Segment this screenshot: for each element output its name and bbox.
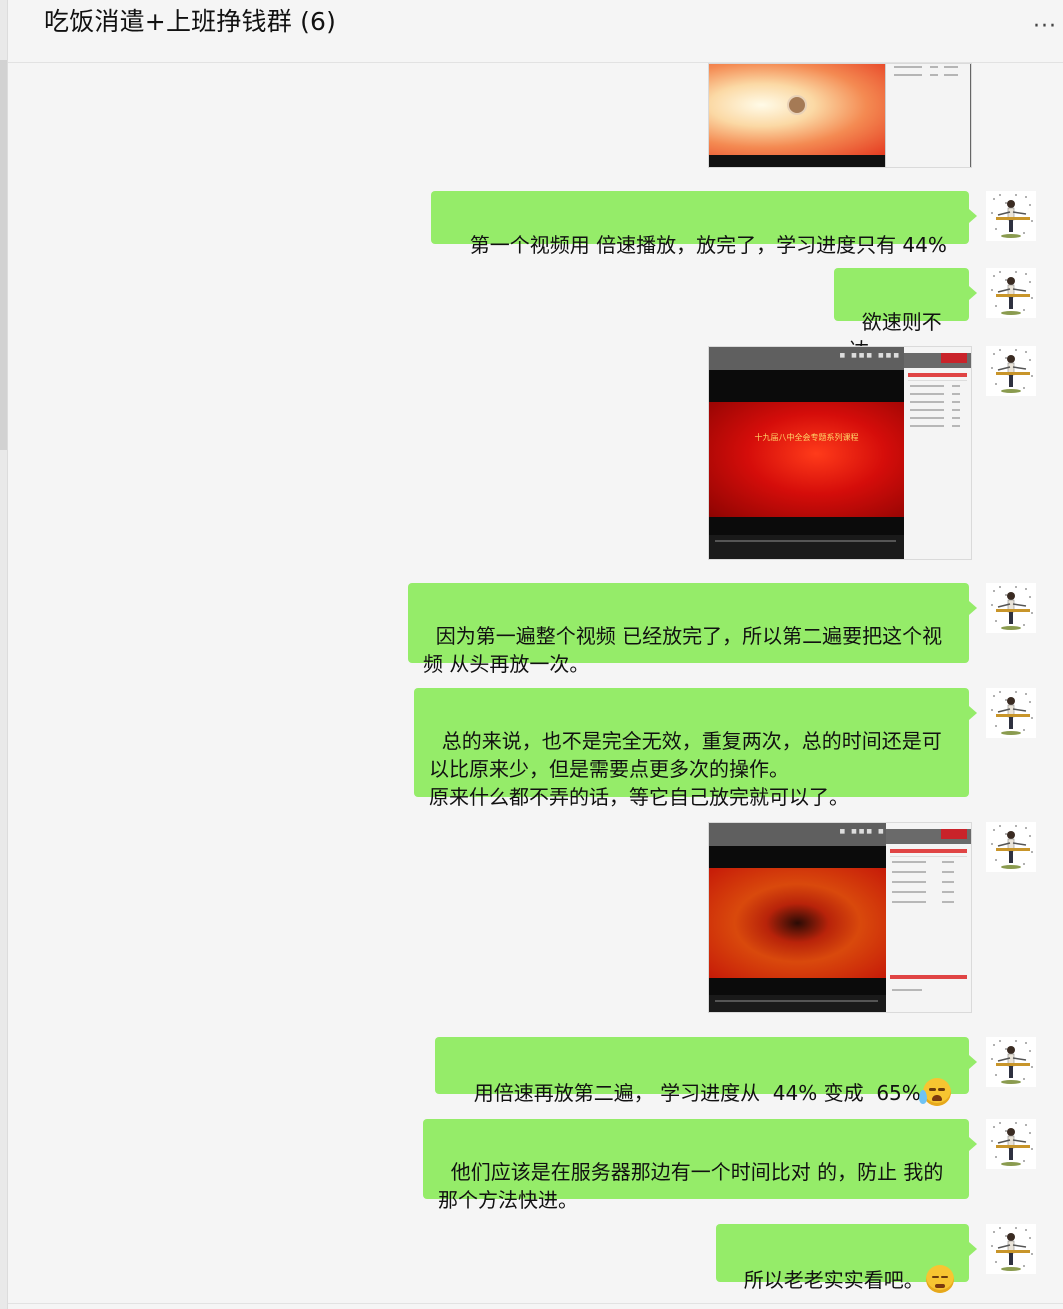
video-control-bar[interactable] [709, 995, 886, 1012]
left-scroll-edge[interactable] [0, 0, 8, 1309]
message-bubble[interactable]: 欲速则不达 [834, 268, 977, 362]
avatar[interactable] [986, 1224, 1036, 1274]
video-thumbnail-3[interactable]: ■ ■■■ ■■■ [708, 822, 972, 1013]
message-text: 他们应该是在服务器那边有一个时间比对 的，防止 我的 那个方法快进。 [438, 1160, 944, 1212]
left-scrollbar-thumb[interactable] [0, 60, 7, 450]
video-control-bar[interactable] [709, 535, 904, 559]
avatar[interactable] [986, 1119, 1036, 1169]
message-text: 第一个视频用 倍速播放，放完了，学习进度只有 44% [469, 233, 947, 257]
avatar[interactable] [986, 268, 1036, 318]
sad-face-emoji [925, 1265, 954, 1293]
play-icon[interactable] [787, 95, 807, 115]
divider [8, 1303, 1063, 1304]
message-bubble[interactable]: 所以老老实实看吧。 [716, 1224, 977, 1293]
video-side-panel [904, 347, 971, 559]
message-text: 总的来说，也不是完全无效，重复两次，总的时间还是可 以比原来少，但是需要点更多次… [429, 729, 942, 809]
video-side-panel [886, 823, 971, 1012]
avatar[interactable] [986, 346, 1036, 396]
message-bubble[interactable]: 第一个视频用 倍速播放，放完了，学习进度只有 44% [431, 191, 977, 257]
video-thumbnail-1[interactable] [708, 63, 972, 168]
video-frame [709, 868, 886, 978]
video-control-bar [709, 155, 885, 167]
chat-title: 吃饭消遣+上班挣钱群 (6) [44, 7, 337, 36]
video-frame: 十九届八中全会专题系列课程 [709, 402, 904, 517]
avatar[interactable] [986, 1037, 1036, 1087]
avatar[interactable] [986, 583, 1036, 633]
video-screen-title: 十九届八中全会专题系列课程 [754, 433, 859, 442]
video-side-panel [885, 64, 971, 167]
message-bubble[interactable]: 因为第一遍整个视频 已经放完了，所以第二遍要把这个视 频 从头再放一次。 [408, 583, 977, 676]
message-bubble[interactable]: 他们应该是在服务器那边有一个时间比对 的，防止 我的 那个方法快进。 [423, 1119, 977, 1212]
message-bubble[interactable]: 总的来说，也不是完全无效，重复两次，总的时间还是可 以比原来少，但是需要点更多次… [414, 688, 977, 809]
message-text: 因为第一遍整个视频 已经放完了，所以第二遍要把这个视 频 从头再放一次。 [423, 624, 943, 676]
message-text: 用倍速再放第二遍， 学习进度从 44% 变成 65% [473, 1081, 921, 1105]
video-thumbnail-2[interactable]: ■ ■■■ ■■■ 十九届八中全会专题系列课程 [708, 346, 972, 560]
tears-of-joy-emoji [918, 1078, 951, 1106]
message-bubble[interactable]: 用倍速再放第二遍， 学习进度从 44% 变成 65% [435, 1037, 977, 1106]
avatar[interactable] [986, 688, 1036, 738]
avatar[interactable] [986, 822, 1036, 872]
chat-header: 吃饭消遣+上班挣钱群 (6) ··· [8, 0, 1063, 63]
avatar[interactable] [986, 191, 1036, 241]
message-text: 所以老老实实看吧。 [743, 1268, 924, 1292]
more-options-icon[interactable]: ··· [1033, 14, 1057, 39]
